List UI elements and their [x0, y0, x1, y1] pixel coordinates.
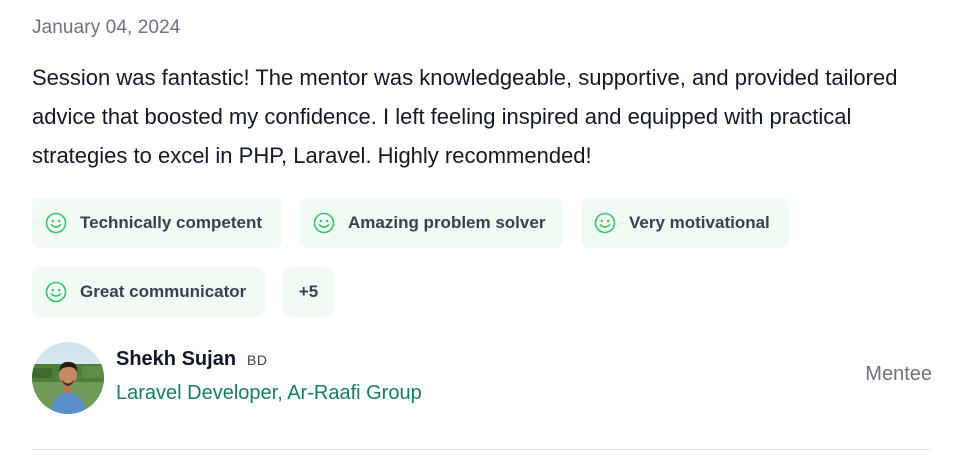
tag-label: Very motivational — [629, 213, 770, 232]
more-tags-label: +5 — [298, 282, 319, 301]
tag-great-communicator: Great communicator — [32, 267, 265, 317]
smile-icon — [313, 212, 335, 234]
reviewer-job-title: Laravel Developer, Ar-Raafi Group — [116, 382, 422, 404]
tag-label: Technically competent — [80, 213, 263, 232]
reviewer-role: Mentee — [865, 363, 932, 385]
reviewer-country-code: BD — [247, 352, 268, 368]
review-card: January 04, 2024 Session was fantastic! … — [32, 0, 932, 470]
avatar-photo-icon — [32, 342, 104, 414]
smile-icon — [45, 212, 67, 234]
smile-icon — [594, 212, 616, 234]
smile-icon — [45, 281, 67, 303]
tag-very-motivational: Very motivational — [581, 198, 789, 248]
more-tags-button[interactable]: +5 — [283, 267, 334, 317]
tag-label: Great communicator — [80, 282, 247, 301]
review-date: January 04, 2024 — [32, 17, 181, 38]
tag-label: Amazing problem solver — [348, 213, 546, 232]
divider — [32, 449, 932, 450]
avatar[interactable] — [32, 342, 104, 414]
reviewer-name[interactable]: Shekh Sujan — [116, 348, 236, 371]
reviewer-profile: Shekh Sujan BD Laravel Developer, Ar-Raa… — [32, 342, 932, 416]
reviewer-name-row: Shekh Sujan BD — [116, 348, 267, 371]
tag-amazing-problem-solver: Amazing problem solver — [300, 198, 563, 248]
tag-technically-competent: Technically competent — [32, 198, 282, 248]
review-text: Session was fantastic! The mentor was kn… — [32, 65, 898, 168]
